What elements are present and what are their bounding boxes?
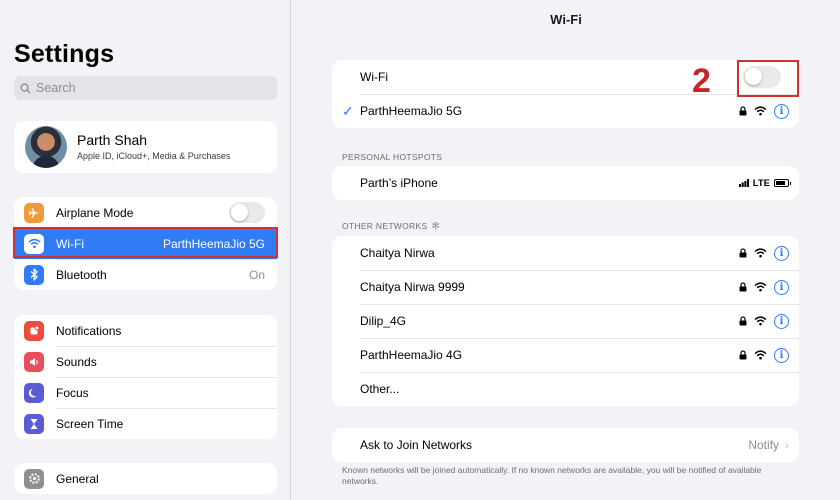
lock-icon (739, 316, 747, 326)
info-icon[interactable]: i (774, 347, 789, 363)
sidebar-item-label: Bluetooth (56, 268, 107, 282)
sidebar-item-label: Screen Time (56, 417, 124, 431)
notifications-group: Notifications Sounds Focus Screen Time (14, 315, 277, 439)
sidebar-item-general[interactable]: General (14, 463, 277, 494)
sidebar-title: Settings (14, 40, 115, 68)
ask-join-card: Ask to Join Networks Notify › (332, 428, 799, 462)
sidebar-item-airplane-mode[interactable]: Airplane Mode (14, 197, 277, 228)
info-icon[interactable]: i (774, 279, 789, 295)
moon-icon (24, 382, 44, 403)
wifi-signal-icon (754, 316, 767, 326)
sidebar-item-label: Notifications (56, 323, 122, 338)
sidebar-item-label: General (56, 471, 99, 486)
hotspot-card: Parth’s iPhone LTE (332, 166, 799, 200)
ask-to-join-label: Ask to Join Networks (360, 438, 473, 452)
loading-spinner-icon: ✻ (431, 221, 441, 232)
network-row[interactable]: Chaitya Nirwa i (332, 236, 799, 270)
sidebar-item-label: Sounds (56, 355, 97, 369)
profile-subtitle: Apple ID, iCloud+, Media & Purchases (77, 151, 231, 161)
ask-join-footnote: Known networks will be joined automatica… (342, 465, 762, 486)
network-row[interactable]: Dilip_4G i (332, 304, 799, 338)
sidebar-item-label: Airplane Mode (56, 205, 134, 220)
hotspot-name: Parth’s iPhone (360, 176, 438, 190)
wifi-toggle-highlight-box (737, 60, 799, 97)
step-2-label: 2 (692, 62, 711, 100)
wifi-label: Wi-Fi (360, 70, 388, 84)
ask-to-join-value: Notify (748, 438, 779, 452)
connected-network-row[interactable]: ✓ ParthHeemaJio 5G i (332, 94, 799, 128)
hotspot-signal-type: LTE (752, 177, 770, 189)
sidebar-item-screen-time[interactable]: Screen Time (14, 408, 277, 439)
info-icon[interactable]: i (774, 103, 789, 119)
network-row[interactable]: Chaitya Nirwa 9999 i (332, 270, 799, 304)
ask-to-join-row[interactable]: Ask to Join Networks Notify › (332, 428, 799, 462)
wifi-detail-pane: Wi-Fi Wi-Fi ✓ ParthHeemaJio 5G i PERSONA… (292, 0, 840, 500)
bell-icon (24, 320, 44, 341)
wifi-signal-icon (754, 282, 767, 292)
other-networks-header: OTHER NETWORKS ✻ (342, 221, 440, 232)
wifi-signal-icon (754, 350, 767, 360)
other-network-label: Other... (360, 382, 400, 396)
settings-sidebar: Settings Search Parth Shah Apple ID, iCl… (0, 0, 291, 500)
search-placeholder: Search (36, 81, 76, 95)
profile-name: Parth Shah (77, 132, 148, 148)
other-networks-title: OTHER NETWORKS (342, 221, 428, 231)
network-name: ParthHeemaJio 4G (360, 348, 463, 362)
info-icon[interactable]: i (774, 245, 789, 261)
airplane-icon (24, 202, 44, 223)
hourglass-icon (24, 413, 44, 434)
sidebar-item-label: Focus (56, 386, 89, 400)
network-name: Dilip_4G (360, 314, 407, 328)
lock-icon (739, 106, 747, 116)
wifi-main-card: Wi-Fi ✓ ParthHeemaJio 5G i (332, 60, 799, 128)
sidebar-item-focus[interactable]: Focus (14, 377, 277, 408)
network-row[interactable]: ParthHeemaJio 4G i (332, 338, 799, 372)
speaker-icon (24, 351, 44, 372)
cellular-signal-icon (738, 179, 749, 187)
lock-icon (739, 350, 747, 360)
info-icon[interactable]: i (774, 313, 789, 329)
lock-icon (739, 248, 747, 258)
wifi-toggle-row: Wi-Fi (332, 60, 799, 94)
search-input[interactable]: Search (14, 76, 277, 100)
general-group: General (14, 463, 277, 494)
sidebar-item-value: On (248, 268, 265, 282)
network-name: Chaitya Nirwa 9999 (360, 280, 465, 294)
sidebar-item-sounds[interactable]: Sounds (14, 346, 277, 377)
detail-title: Wi-Fi (550, 12, 582, 27)
checkmark-icon: ✓ (342, 102, 354, 119)
airplane-mode-toggle[interactable] (229, 202, 265, 223)
bluetooth-icon (24, 264, 44, 285)
search-icon (20, 82, 31, 94)
battery-icon (774, 179, 791, 187)
sidebar-item-bluetooth[interactable]: Bluetooth On (14, 259, 277, 290)
wifi-highlight-box (13, 227, 278, 258)
chevron-right-icon: › (785, 438, 789, 452)
hotspot-row[interactable]: Parth’s iPhone LTE (332, 166, 799, 200)
gear-icon (24, 468, 44, 489)
sidebar-item-notifications[interactable]: Notifications (14, 315, 277, 346)
personal-hotspots-header: PERSONAL HOTSPOTS (342, 152, 443, 162)
wifi-signal-icon (754, 248, 767, 258)
lock-icon (739, 282, 747, 292)
wifi-signal-icon (754, 106, 767, 116)
other-networks-card: Chaitya Nirwa i Chaitya Nirwa 9999 i Dil… (332, 236, 799, 406)
profile-section[interactable]: Parth Shah Apple ID, iCloud+, Media & Pu… (14, 121, 277, 173)
network-name: ParthHeemaJio 5G (360, 104, 463, 118)
other-network-row[interactable]: Other... (332, 372, 799, 406)
avatar (25, 126, 67, 168)
network-name: Chaitya Nirwa (360, 246, 435, 260)
